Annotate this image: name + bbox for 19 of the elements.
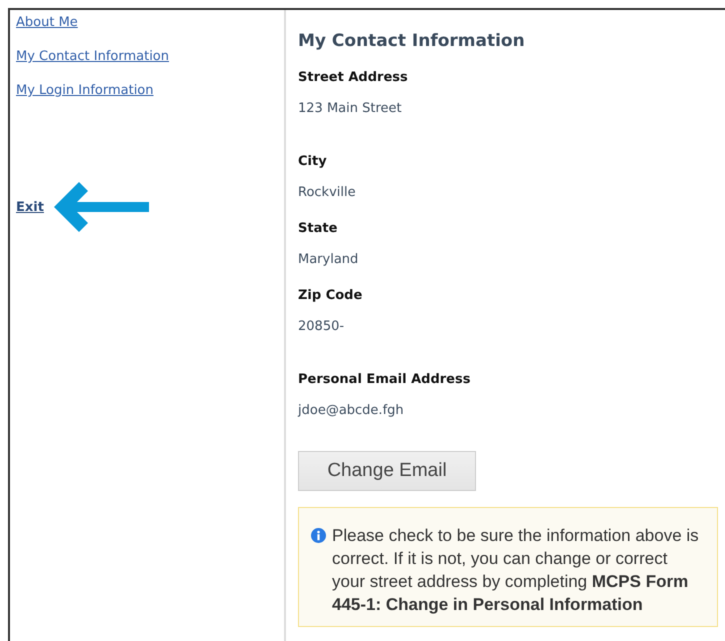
field-value: 20850- [298, 319, 346, 335]
info-icon [311, 528, 326, 543]
nav-link[interactable]: My Login Information [16, 82, 154, 100]
page-title: My Contact Information [298, 30, 526, 52]
field-label: Street Address [298, 70, 409, 86]
nav-link[interactable]: About Me [16, 14, 78, 32]
arrow-icon [54, 182, 150, 232]
field-value: jdoe@abcde.fgh [298, 403, 405, 419]
notice-text: Please check to be sure the information above is correct. If it is not, you can change or correct your street address by completing MCPS Form 445-1: Change in Personal Information [332, 525, 700, 616]
field-label: Personal Email Address [298, 372, 472, 388]
field-value: Rockville [298, 185, 357, 201]
field-label: City [298, 154, 328, 170]
exit-link[interactable]: Exit [16, 200, 44, 214]
field-value: 123 Main Street [298, 101, 403, 117]
field-value: Maryland [298, 252, 360, 268]
change-email-button[interactable]: Change Email [298, 451, 476, 491]
field-label: State [298, 221, 338, 237]
field-label: Zip Code [298, 288, 364, 304]
nav-link[interactable]: My Contact Information [16, 48, 170, 66]
